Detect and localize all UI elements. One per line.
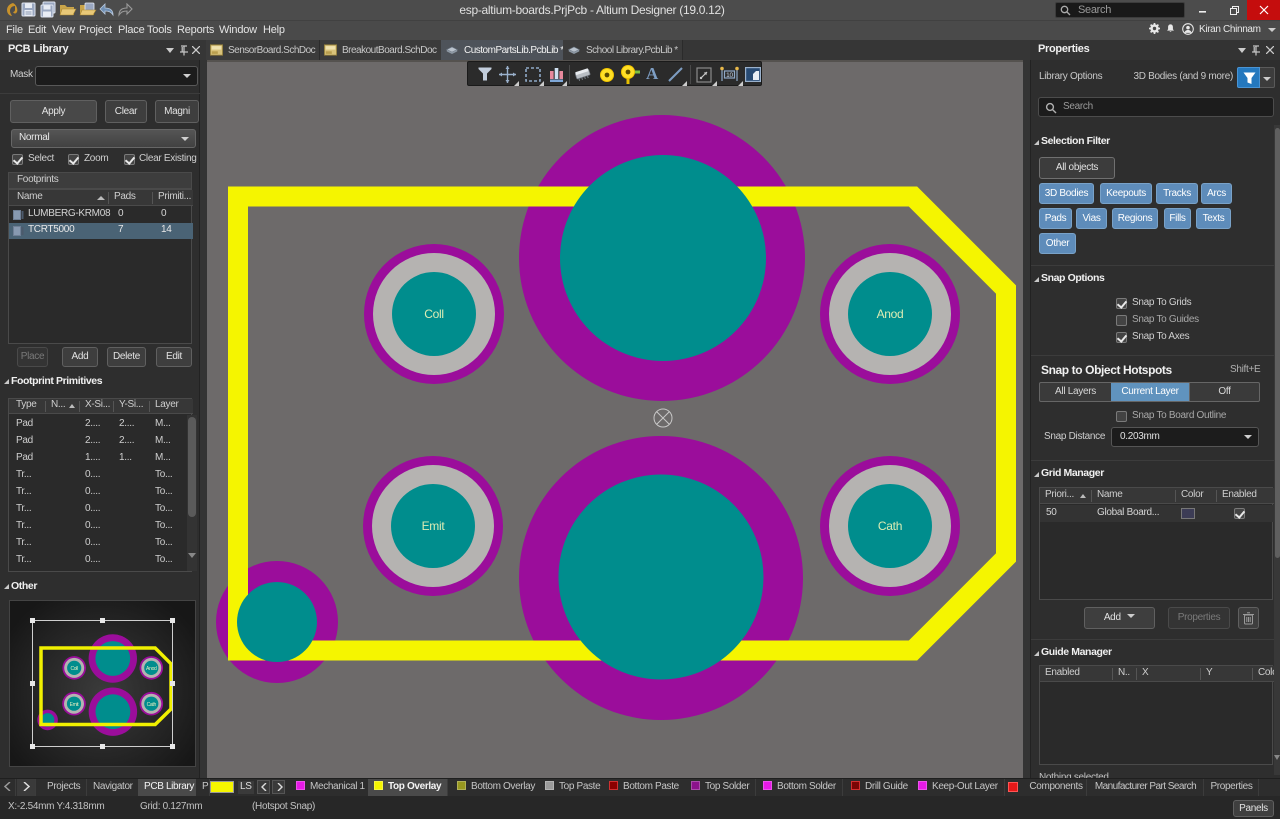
svg-text:Emit: Emit — [70, 702, 80, 708]
svg-text:Anod: Anod — [877, 307, 904, 321]
svg-text:Emit: Emit — [422, 519, 446, 533]
svg-text:Cath: Cath — [878, 519, 902, 533]
svg-text:Anod: Anod — [146, 666, 157, 672]
svg-text:Coll: Coll — [70, 666, 78, 672]
svg-text:Cath: Cath — [147, 702, 157, 708]
svg-text:Coll: Coll — [424, 307, 443, 321]
svg-text:10: 10 — [726, 72, 733, 79]
